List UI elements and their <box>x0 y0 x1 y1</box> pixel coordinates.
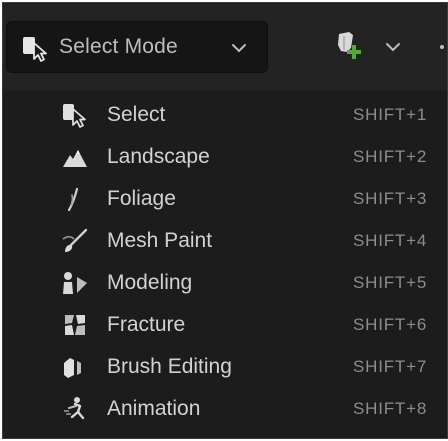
add-actor-icon <box>335 31 365 63</box>
menu-item-shortcut: SHIFT+4 <box>353 231 428 250</box>
menu-item-mesh-paint[interactable]: Mesh Paint SHIFT+4 <box>3 221 447 261</box>
toolbar-overflow-dot <box>440 45 444 49</box>
add-actor-dropdown-button[interactable] <box>321 21 421 73</box>
menu-item-animation[interactable]: Animation SHIFT+8 <box>3 389 447 429</box>
menu-item-label: Mesh Paint <box>107 229 213 252</box>
menu-item-shortcut: SHIFT+1 <box>353 105 428 124</box>
modeling-icon <box>61 269 89 297</box>
mode-menu-window: Select Mode Select SHIFT+1 Landscape SHI… <box>2 2 448 439</box>
landscape-icon <box>61 143 89 171</box>
menu-item-modeling[interactable]: Modeling SHIFT+5 <box>3 263 447 303</box>
menu-item-label: Foliage <box>107 187 176 210</box>
menu-item-select[interactable]: Select SHIFT+1 <box>3 95 447 135</box>
select-cursor-icon <box>21 34 51 62</box>
menu-item-fracture[interactable]: Fracture SHIFT+6 <box>3 305 447 345</box>
brush-editing-icon <box>61 353 89 381</box>
fracture-icon <box>61 311 89 339</box>
foliage-icon <box>61 185 89 213</box>
menu-item-label: Brush Editing <box>107 355 232 378</box>
mode-dropdown-button[interactable]: Select Mode <box>6 21 268 73</box>
select-cursor-icon <box>61 101 89 129</box>
toolbar: Select Mode <box>3 3 447 91</box>
menu-item-shortcut: SHIFT+5 <box>353 273 428 292</box>
menu-item-shortcut: SHIFT+7 <box>353 357 428 376</box>
menu-item-label: Fracture <box>107 313 186 336</box>
chevron-down-icon <box>231 42 247 54</box>
menu-item-foliage[interactable]: Foliage SHIFT+3 <box>3 179 447 219</box>
chevron-down-icon <box>385 41 401 53</box>
menu-item-landscape[interactable]: Landscape SHIFT+2 <box>3 137 447 177</box>
menu-item-label: Modeling <box>107 271 193 294</box>
mode-dropdown-label: Select Mode <box>59 35 178 58</box>
mode-menu: Select SHIFT+1 Landscape SHIFT+2 Foliage <box>3 91 447 438</box>
menu-item-brush-editing[interactable]: Brush Editing SHIFT+7 <box>3 347 447 387</box>
menu-item-shortcut: SHIFT+6 <box>353 315 428 334</box>
menu-item-label: Select <box>107 103 166 126</box>
menu-item-shortcut: SHIFT+3 <box>353 189 428 208</box>
mesh-paint-icon <box>61 227 89 255</box>
menu-item-label: Landscape <box>107 145 210 168</box>
menu-item-shortcut: SHIFT+2 <box>353 147 428 166</box>
menu-item-label: Animation <box>107 397 201 420</box>
animation-icon <box>61 395 89 423</box>
menu-item-shortcut: SHIFT+8 <box>353 399 428 418</box>
